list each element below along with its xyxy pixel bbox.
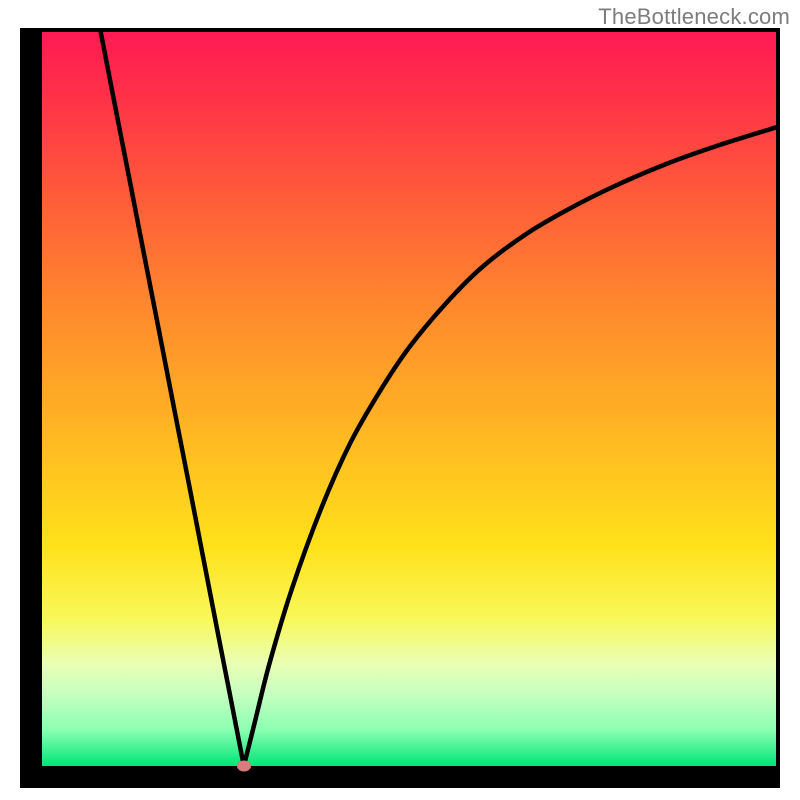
plot-frame: [20, 28, 780, 788]
figure: TheBottleneck.com: [0, 0, 800, 800]
curve-left-segment: [101, 32, 244, 766]
curve-right-segment: [244, 127, 776, 766]
plot-area: [42, 32, 776, 766]
watermark-text: TheBottleneck.com: [598, 4, 790, 30]
minimum-marker: [237, 761, 251, 772]
bottleneck-curve: [42, 32, 776, 766]
